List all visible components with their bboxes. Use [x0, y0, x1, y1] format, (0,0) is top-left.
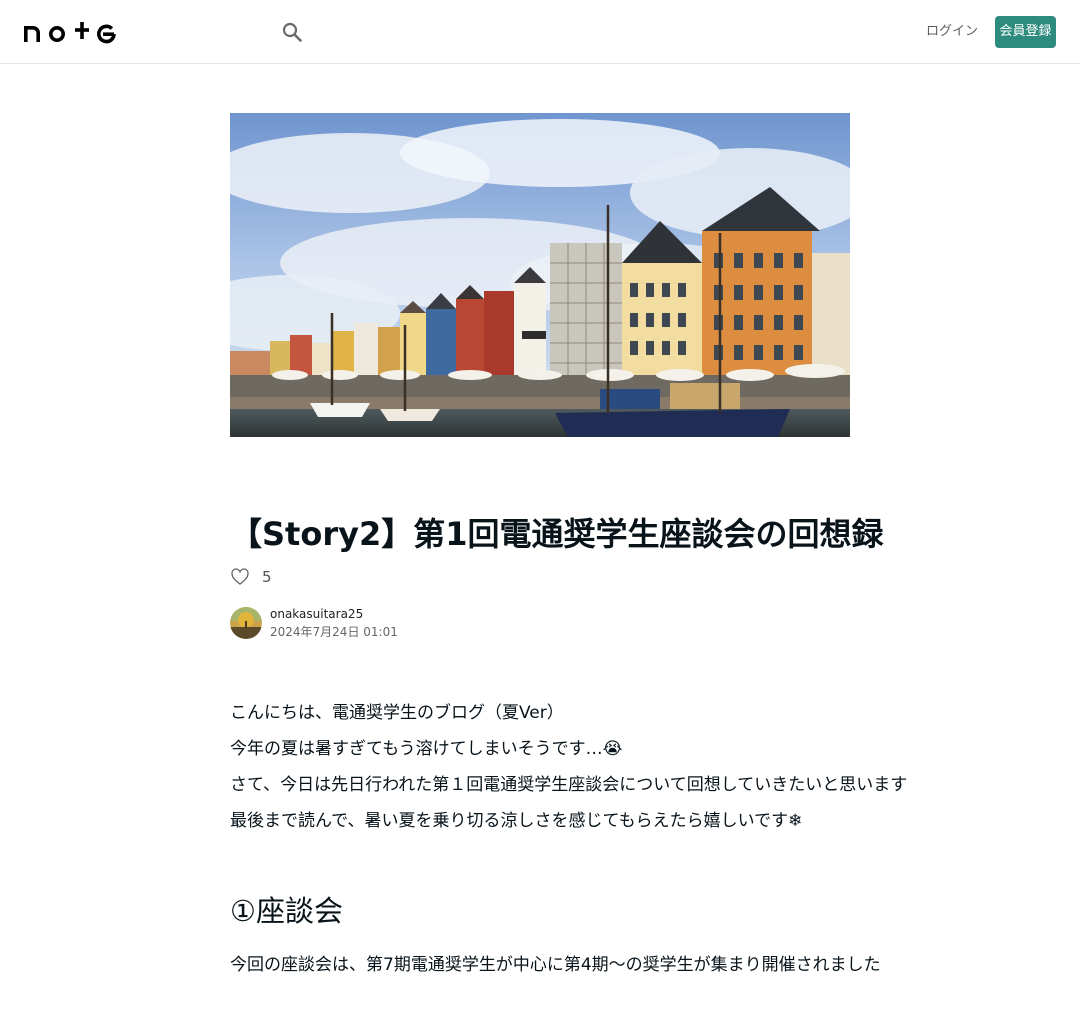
like-count: 5 — [262, 568, 272, 586]
search-icon[interactable] — [280, 20, 304, 44]
login-link[interactable]: ログイン — [926, 22, 978, 42]
author-block: onakasuitara25 2024年7月24日 01:01 — [230, 607, 398, 639]
like-row: 5 — [230, 566, 272, 588]
top-header: ログイン 会員登録 — [0, 0, 1080, 64]
author-meta: onakasuitara25 2024年7月24日 01:01 — [270, 605, 398, 641]
body-paragraph: 今年の夏は暑すぎてもう溶けてしまいそうです…😭 — [230, 739, 623, 759]
body-paragraph: さて、今日は先日行われた第１回電通奨学生座談会について回想していきたいと思います — [230, 775, 908, 795]
note-logo[interactable] — [24, 20, 124, 44]
section-paragraph: 今回の座談会は、第7期電通奨学生が中心に第4期〜の奨学生が集まり開催されました — [230, 955, 881, 975]
heart-outline-icon[interactable] — [230, 567, 250, 587]
body-paragraph: 最後まで読んで、暑い夏を乗り切る涼しさを感じてもらえたら嬉しいです❄ — [230, 811, 803, 831]
harbor-photo — [230, 113, 850, 437]
post-date: 2024年7月24日 01:01 — [270, 625, 398, 639]
article-body: こんにちは、電通奨学生のブログ（夏Ver） 今年の夏は暑すぎてもう溶けてしまいそ… — [230, 695, 908, 839]
body-paragraph: こんにちは、電通奨学生のブログ（夏Ver） — [230, 703, 564, 723]
author-avatar[interactable] — [230, 607, 262, 639]
signup-button[interactable]: 会員登録 — [995, 16, 1056, 48]
author-name[interactable]: onakasuitara25 — [270, 605, 398, 623]
section-heading: ①座談会 — [230, 894, 343, 928]
hero-image — [230, 113, 850, 437]
article-title: 【Story2】第1回電通奨学生座談会の回想録 — [230, 515, 884, 553]
